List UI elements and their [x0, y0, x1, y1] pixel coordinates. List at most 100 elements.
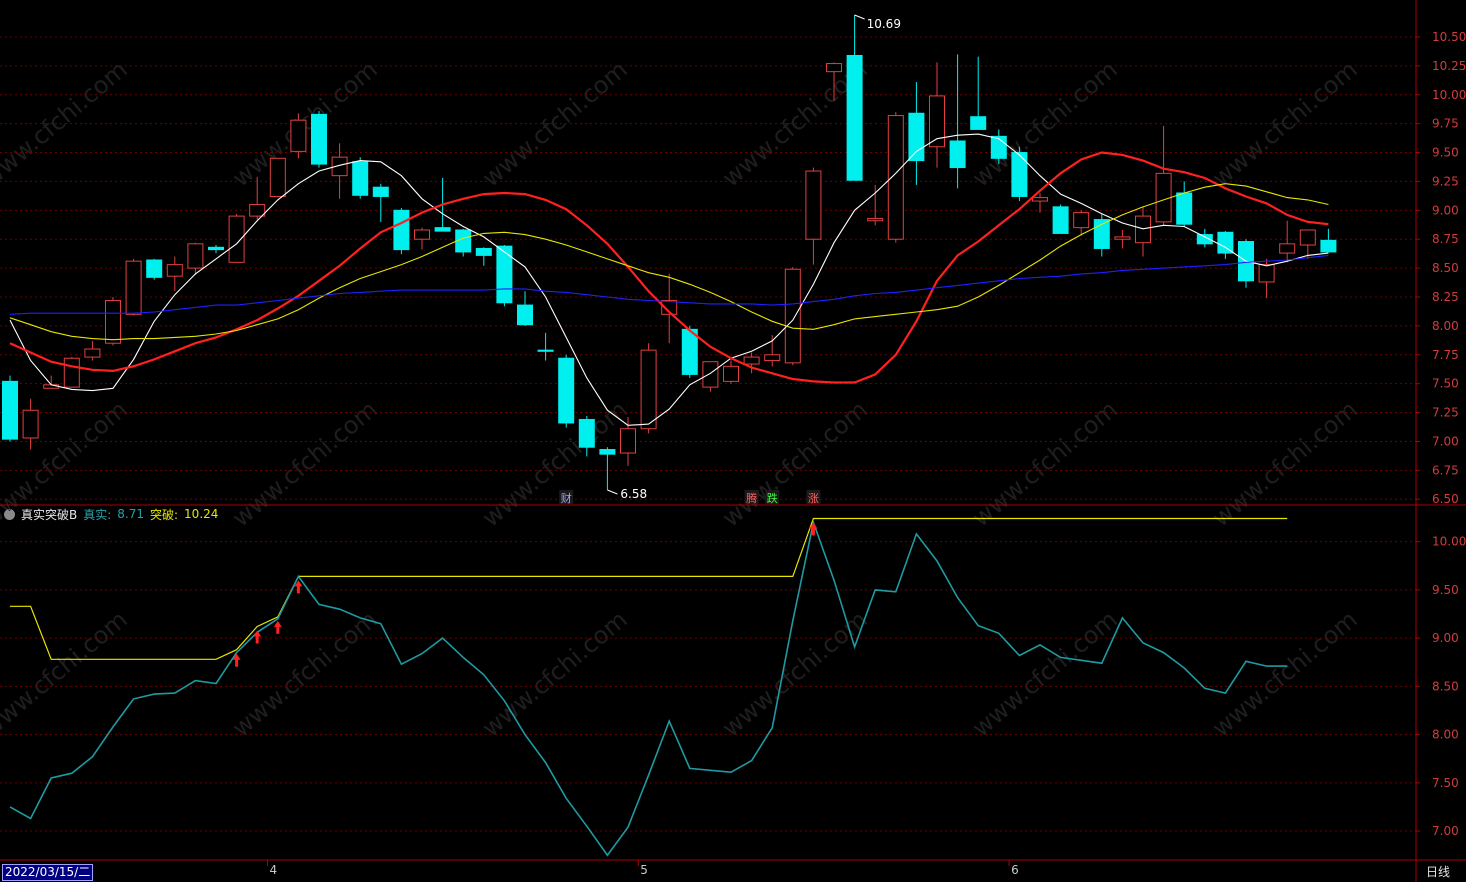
indicator-axis-label: 8.50	[1432, 679, 1459, 693]
candle	[475, 247, 492, 266]
watermark-text: www.cfchi.com	[967, 395, 1123, 532]
candle-body	[187, 243, 204, 269]
real-legend-label: 真实:	[83, 507, 112, 522]
chevron-down-icon[interactable]: ˅	[4, 508, 15, 520]
main-axis-label: 8.50	[1432, 261, 1459, 275]
candle-body	[805, 170, 822, 240]
candle	[393, 208, 410, 255]
candle	[269, 157, 286, 197]
indicator-name[interactable]: 真实突破B	[21, 506, 77, 523]
low-marker-line	[607, 489, 618, 495]
candle	[1320, 228, 1337, 253]
event-mark: 财	[561, 491, 572, 505]
candle-body	[1279, 243, 1296, 254]
candle-body	[681, 328, 698, 375]
indicator-axis-label: 7.50	[1432, 776, 1459, 790]
main-axis-label: 9.25	[1432, 174, 1459, 188]
candle-body	[517, 304, 533, 326]
main-axis-label: 8.00	[1432, 319, 1459, 333]
candle-body	[970, 116, 987, 130]
candle	[372, 183, 389, 222]
break-legend-value: 10.24	[184, 507, 219, 521]
candle-body	[1052, 206, 1069, 234]
candle-body	[578, 418, 595, 448]
candle	[558, 354, 575, 428]
candle-body	[269, 157, 286, 197]
candle-body	[414, 229, 430, 240]
main-axis-label: 9.00	[1432, 203, 1459, 217]
candle	[1238, 239, 1254, 288]
event-mark: 腾	[746, 491, 757, 505]
candle	[784, 266, 801, 366]
candle	[599, 447, 616, 490]
candles-layer	[2, 15, 1337, 490]
candle	[537, 332, 554, 361]
candle	[1052, 204, 1069, 234]
candle-body	[434, 227, 451, 232]
candle-body	[537, 349, 554, 352]
candle-body	[2, 380, 18, 440]
candle-body	[208, 246, 224, 251]
candle	[290, 113, 307, 159]
candle-body	[640, 349, 657, 430]
candle	[908, 82, 925, 185]
candle	[1093, 213, 1110, 257]
candle-body	[63, 357, 80, 388]
main-axis-label: 9.75	[1432, 117, 1459, 131]
indicator-axis-label: 7.00	[1432, 824, 1459, 838]
month-label: 6	[1011, 863, 1019, 877]
main-axis-label: 10.50	[1432, 30, 1466, 44]
cursor-date: 2022/03/15/二	[2, 864, 94, 881]
candle-body	[1258, 264, 1275, 283]
candle-body	[22, 409, 39, 439]
candle	[1155, 125, 1172, 226]
period-label[interactable]: 日线	[1426, 863, 1450, 880]
watermark-text: www.cfchi.com	[717, 395, 873, 532]
candle-body	[228, 215, 245, 263]
candle-body	[166, 264, 183, 277]
indicator-axis-label: 9.00	[1432, 631, 1459, 645]
candle	[1279, 220, 1296, 263]
main-axis-label: 6.50	[1432, 492, 1459, 506]
candle	[84, 340, 101, 361]
main-axis-label: 7.75	[1432, 348, 1459, 362]
chart-canvas: www.cfchi.com www.cfchi.com www.cfchi.com w…	[0, 0, 1466, 882]
candle	[887, 112, 904, 243]
moving-average-line	[9, 151, 1329, 384]
candle-body	[290, 119, 307, 152]
signal-arrow	[253, 630, 262, 644]
candle	[846, 15, 863, 181]
candle	[805, 167, 822, 265]
candle-body	[764, 354, 781, 362]
candle-body	[702, 361, 719, 388]
candle-body	[475, 247, 492, 256]
candle	[63, 357, 80, 388]
candle	[949, 54, 966, 189]
watermark-text: www.cfchi.com	[227, 605, 383, 742]
candle-body	[1073, 212, 1090, 229]
candle-body	[125, 260, 142, 315]
candle	[146, 258, 163, 280]
candle-body	[949, 140, 966, 169]
candle-body	[1299, 229, 1316, 246]
candle-body	[496, 245, 513, 304]
high-price-label: 10.69	[867, 17, 901, 31]
main-axis-label: 7.25	[1432, 406, 1459, 420]
break-legend-label: 突破:	[150, 507, 179, 522]
candle-body	[372, 186, 389, 197]
candle	[2, 375, 18, 442]
candle-body	[784, 268, 801, 364]
watermark-text: www.cfchi.com	[967, 605, 1123, 742]
candle-body	[1320, 239, 1337, 253]
watermark-text: www.cfchi.com	[477, 605, 633, 742]
main-axis-label: 6.75	[1432, 463, 1459, 477]
low-price-label: 6.58	[620, 487, 647, 501]
candle-body	[311, 113, 327, 165]
candle-body	[887, 115, 904, 240]
candle	[867, 184, 884, 226]
candle	[331, 143, 348, 199]
candle	[743, 352, 760, 374]
main-axis-label: 7.50	[1432, 377, 1459, 391]
candle	[455, 228, 472, 257]
candle-body	[826, 63, 842, 73]
